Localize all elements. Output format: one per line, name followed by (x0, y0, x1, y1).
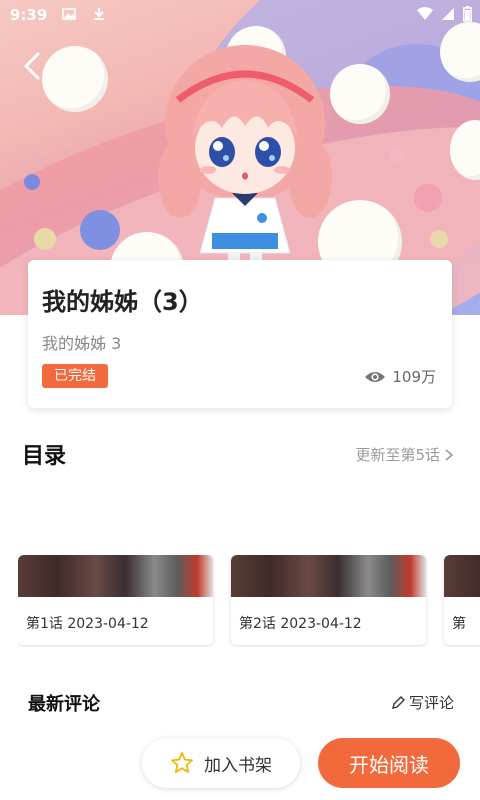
chapter-card[interactable]: 第2话 2023-04-12 (231, 555, 426, 645)
pencil-icon (392, 695, 405, 709)
status-time: 9:39 (10, 6, 48, 24)
wifi-icon (417, 7, 433, 20)
view-count-value: 109万 (392, 368, 436, 386)
comic-info-card: 我的姊姊（3） 我的姊姊 3 已完结 109万 (28, 260, 452, 408)
add-to-shelf-button[interactable]: 加入书架 (142, 738, 300, 788)
chapter-thumbnail (231, 555, 426, 597)
cover-decor (80, 210, 120, 250)
view-count: 109万 (364, 366, 436, 387)
status-badge: 已完结 (42, 364, 108, 388)
chapter-thumbnail (444, 555, 480, 597)
cover-character-illustration (158, 45, 332, 278)
write-comment-button[interactable]: 写评论 (391, 692, 454, 713)
star-icon (171, 752, 193, 773)
signal-icon (442, 8, 454, 20)
cover-decor (430, 230, 448, 248)
comments-heading: 最新评论 (28, 694, 100, 715)
chapter-label: 第1话 2023-04-12 (26, 616, 149, 632)
chapter-list: 第1话 2023-04-12 第2话 2023-04-12 第 (18, 555, 480, 647)
cover-decor (34, 228, 56, 250)
battery-icon (463, 6, 472, 22)
back-arrow-icon[interactable] (18, 48, 48, 84)
cover-decor (390, 148, 404, 162)
download-icon (94, 8, 104, 20)
add-to-shelf-label: 加入书架 (204, 755, 272, 776)
start-reading-button[interactable]: 开始阅读 (318, 738, 460, 788)
cover-decor (24, 174, 40, 190)
chapter-thumbnail (18, 555, 213, 597)
status-bar: 9:39 (0, 0, 480, 30)
comic-title: 我的姊姊（3） (42, 288, 203, 316)
eye-icon (365, 371, 386, 382)
cover-decor (414, 184, 442, 212)
chapter-card[interactable]: 第 (444, 555, 480, 645)
cover-decor (42, 46, 108, 112)
write-comment-label: 写评论 (408, 694, 454, 712)
catalog-heading: 目录 (22, 444, 67, 469)
chapter-label: 第 (452, 616, 466, 632)
chevron-right-icon (445, 448, 454, 461)
image-icon (62, 8, 76, 20)
chapter-label: 第2话 2023-04-12 (239, 616, 362, 632)
catalog-update-text: 更新至第5话 (355, 446, 440, 464)
chapter-card[interactable]: 第1话 2023-04-12 (18, 555, 213, 645)
comic-subtitle: 我的姊姊 3 (42, 334, 122, 353)
catalog-update-link[interactable]: 更新至第5话 (355, 444, 454, 465)
